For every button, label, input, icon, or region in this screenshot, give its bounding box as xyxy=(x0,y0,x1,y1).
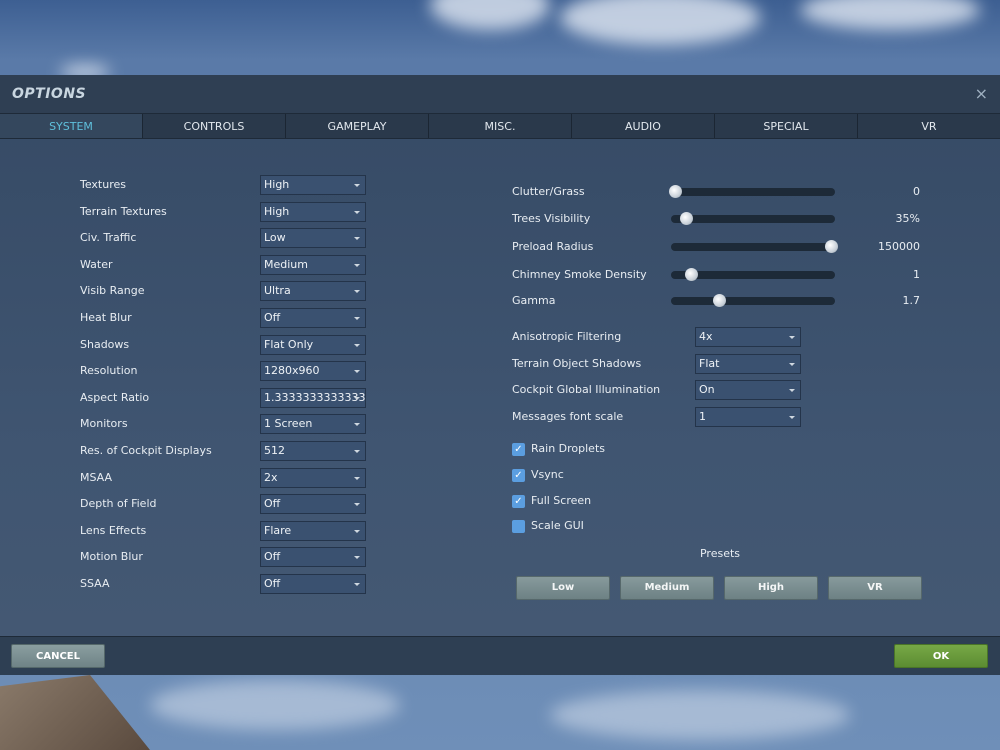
checkbox[interactable]: ✓ xyxy=(512,494,525,508)
slider-label: Trees Visibility xyxy=(512,212,591,225)
slider-handle[interactable] xyxy=(825,240,838,253)
tab-misc[interactable]: MISC. xyxy=(428,114,571,138)
setting-label: Anisotropic Filtering xyxy=(512,330,622,343)
setting-dropdown[interactable]: Off xyxy=(260,308,366,328)
setting-dropdown[interactable]: High xyxy=(260,201,366,222)
setting-dropdown[interactable]: 1 xyxy=(695,406,801,427)
setting-dropdown[interactable]: Flare xyxy=(260,520,366,541)
presets-title: Presets xyxy=(699,547,741,560)
tab-gameplay[interactable]: GAMEPLAY xyxy=(285,114,428,138)
setting-dropdown[interactable]: Ultra xyxy=(260,281,366,302)
tab-special[interactable]: SPECIAL xyxy=(714,114,857,138)
slider-label: Clutter/Grass xyxy=(512,185,585,198)
mountain-rock xyxy=(0,675,150,750)
setting-dropdown[interactable]: 1.3333333333333 xyxy=(260,387,366,408)
slider-track[interactable] xyxy=(669,185,835,198)
setting-dropdown[interactable]: On xyxy=(695,380,801,401)
close-icon[interactable]: × xyxy=(975,84,988,103)
checkbox[interactable] xyxy=(512,520,525,534)
slider-value: 1 xyxy=(913,268,920,281)
setting-label: Depth of Field xyxy=(80,497,157,511)
setting-dropdown[interactable]: Off xyxy=(260,574,366,594)
checkbox-label: Vsync xyxy=(531,467,564,481)
setting-label: Visib Range xyxy=(80,284,145,298)
checkbox[interactable]: ✓ xyxy=(512,468,525,482)
preset-medium-button[interactable]: Medium xyxy=(620,576,714,600)
slider-track[interactable] xyxy=(671,268,835,281)
setting-dropdown[interactable]: Flat xyxy=(695,353,801,374)
tab-controls[interactable]: CONTROLS xyxy=(142,114,285,138)
setting-label: SSAA xyxy=(80,577,110,590)
options-dialog: OPTIONS × SYSTEM CONTROLS GAMEPLAY MISC. AUD… xyxy=(0,75,1000,675)
setting-label: Cockpit Global Illumination xyxy=(512,383,661,397)
setting-label: Civ. Traffic xyxy=(80,231,137,245)
dialog-header: OPTIONS × xyxy=(0,75,1000,113)
tab-system[interactable]: SYSTEM xyxy=(0,114,142,138)
setting-dropdown[interactable]: 512 xyxy=(260,441,366,461)
setting-dropdown[interactable]: 2x xyxy=(260,467,366,488)
tab-vr[interactable]: VR xyxy=(857,114,1000,138)
setting-label: Lens Effects xyxy=(80,523,147,537)
setting-dropdown[interactable]: 4x xyxy=(695,327,801,347)
tab-audio[interactable]: AUDIO xyxy=(571,114,714,138)
setting-label: Monitors xyxy=(80,417,128,431)
setting-label: Heat Blur xyxy=(80,311,132,324)
slider-value: 150000 xyxy=(878,240,920,253)
setting-label: Messages font scale xyxy=(512,409,624,423)
dialog-title: OPTIONS xyxy=(12,86,87,102)
slider-handle[interactable] xyxy=(679,212,693,225)
slider-label: Chimney Smoke Density xyxy=(512,268,647,281)
cancel-button[interactable]: CANCEL xyxy=(11,644,105,668)
ok-button[interactable]: OK xyxy=(894,644,988,668)
setting-dropdown[interactable]: Flat Only xyxy=(260,334,366,355)
setting-dropdown[interactable]: Off xyxy=(260,494,366,515)
slider-value: 0 xyxy=(913,185,920,198)
setting-label: Terrain Textures xyxy=(80,204,167,218)
checkbox-label: Full Screen xyxy=(531,493,592,507)
setting-dropdown[interactable]: High xyxy=(260,175,366,195)
setting-label: Shadows xyxy=(80,337,130,351)
setting-dropdown[interactable]: 1 Screen xyxy=(260,414,366,435)
slider-handle[interactable] xyxy=(684,268,698,281)
slider-handle[interactable] xyxy=(669,185,682,198)
tab-bar: SYSTEM CONTROLS GAMEPLAY MISC. AUDIO SPECIAL V… xyxy=(0,113,1000,139)
slider-handle[interactable] xyxy=(712,294,726,307)
setting-label: MSAA xyxy=(80,470,113,484)
setting-label: Terrain Object Shadows xyxy=(512,356,642,370)
checkbox-label: Rain Droplets xyxy=(531,442,605,455)
setting-label: Water xyxy=(80,257,113,271)
setting-label: Aspect Ratio xyxy=(80,390,150,404)
slider-track[interactable] xyxy=(671,212,835,225)
setting-dropdown[interactable]: Low xyxy=(260,228,366,249)
slider-label: Preload Radius xyxy=(512,240,594,253)
preset-high-button[interactable]: High xyxy=(724,576,818,600)
slider-track[interactable] xyxy=(671,240,838,253)
setting-label: Res. of Cockpit Displays xyxy=(80,444,212,457)
setting-label: Textures xyxy=(80,178,126,191)
dialog-footer: CANCEL OK xyxy=(0,636,1000,675)
checkbox[interactable]: ✓ xyxy=(512,443,525,456)
slider-track[interactable] xyxy=(671,294,835,307)
slider-value: 35% xyxy=(895,212,920,225)
slider-value: 1.7 xyxy=(902,294,921,307)
setting-dropdown[interactable]: 1280x960 xyxy=(260,361,366,382)
preset-vr-button[interactable]: VR xyxy=(828,576,922,600)
setting-label: Resolution xyxy=(80,364,138,378)
slider-label: Gamma xyxy=(512,294,556,307)
setting-dropdown[interactable]: Medium xyxy=(260,254,366,275)
checkbox-label: Scale GUI xyxy=(531,519,584,533)
preset-low-button[interactable]: Low xyxy=(516,576,610,600)
